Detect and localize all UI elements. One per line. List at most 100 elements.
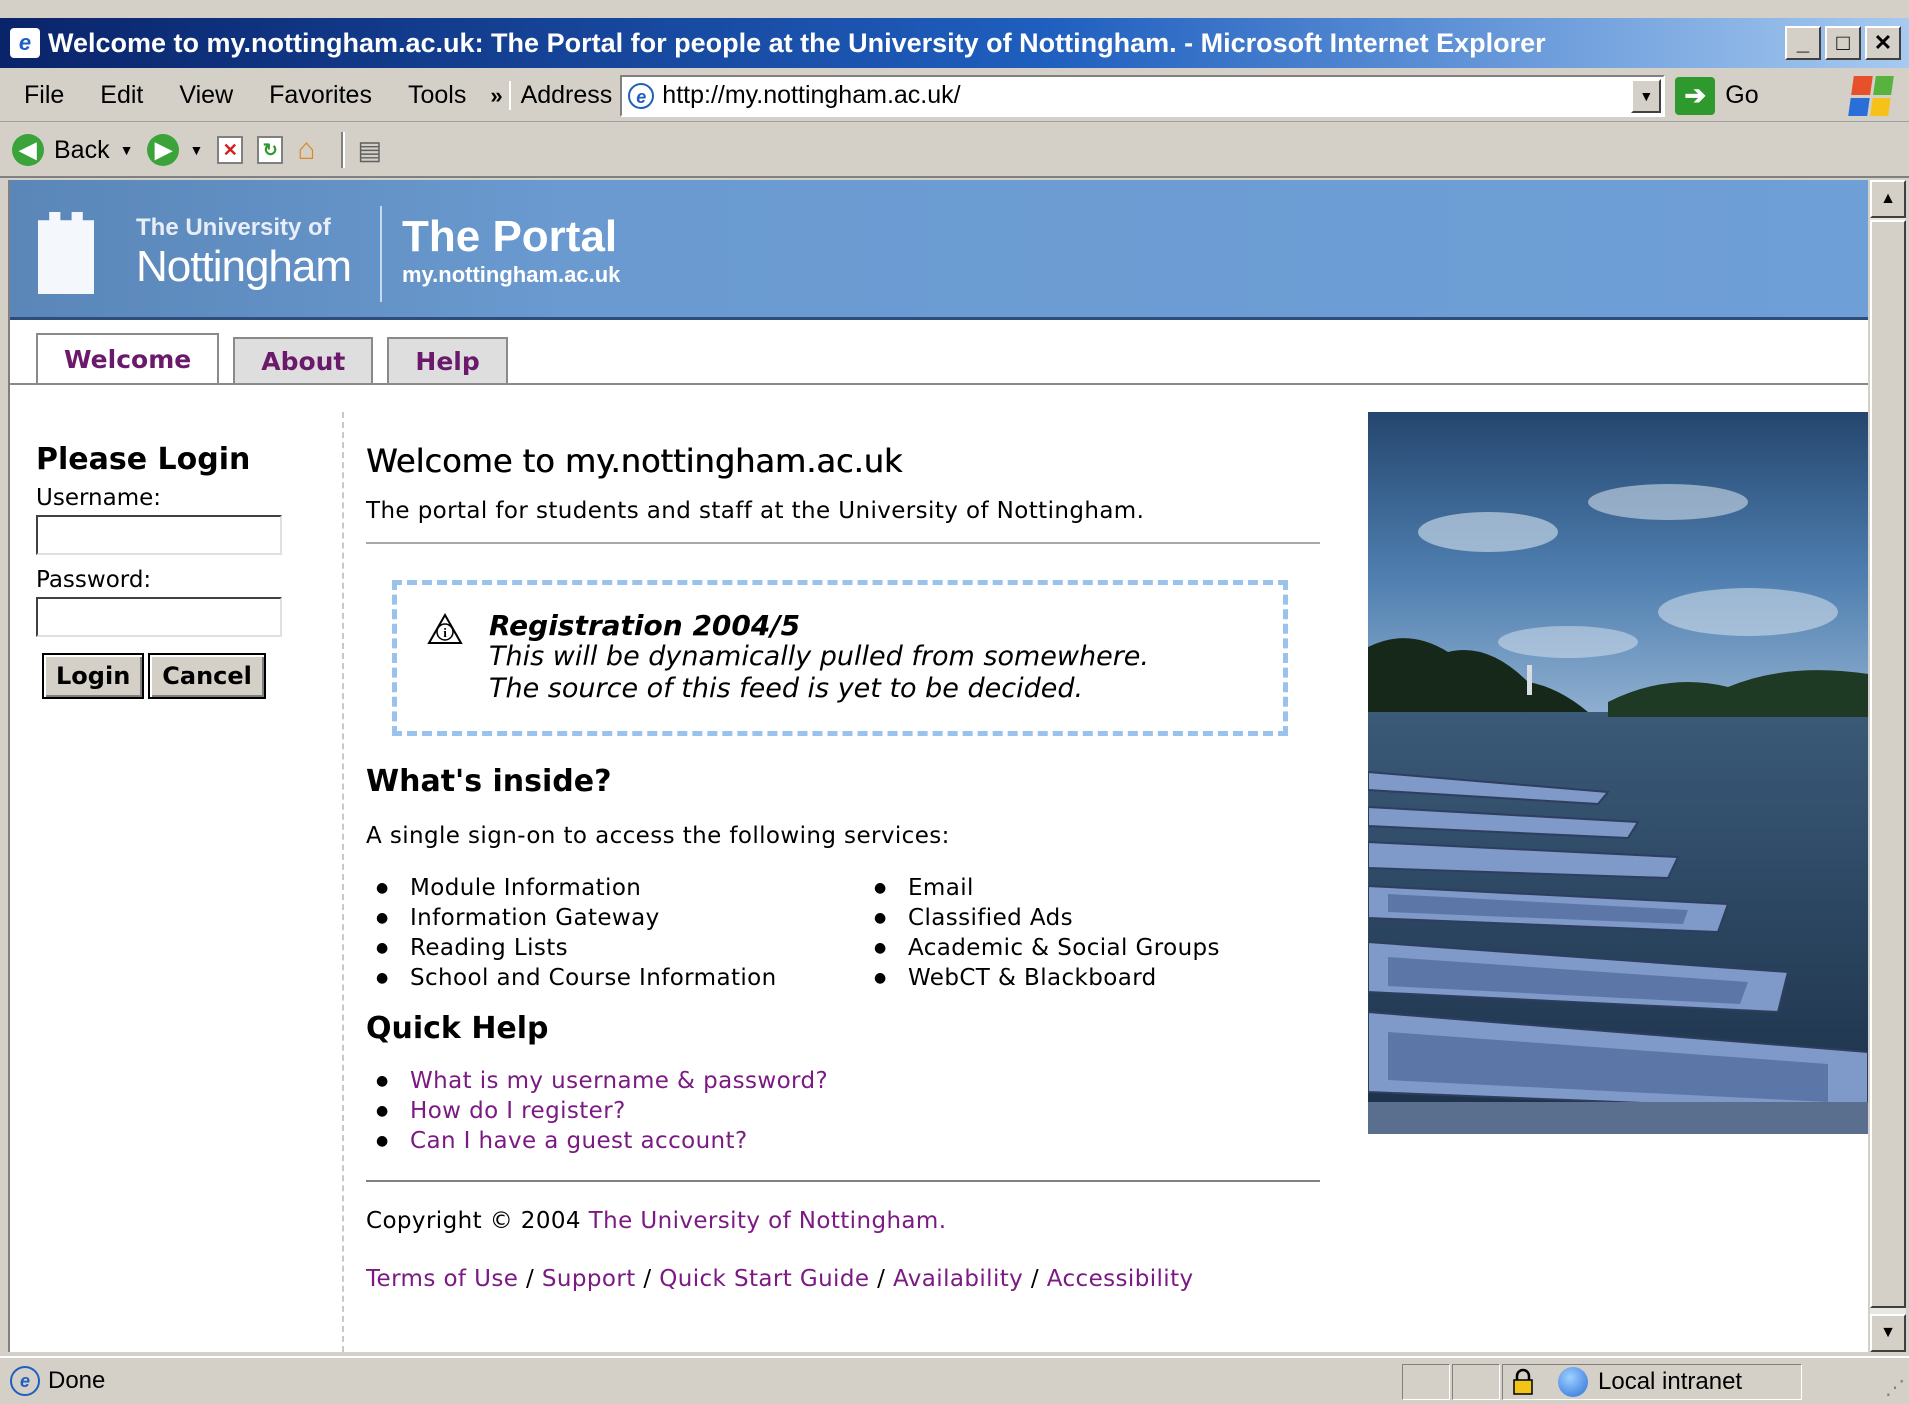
close-icon[interactable]: ✕: [1865, 26, 1901, 60]
minimize-icon[interactable]: _: [1785, 26, 1821, 60]
copyright-text: Copyright © 2004: [366, 1208, 581, 1234]
list-item: School and Course Information: [366, 963, 864, 993]
menu-overflow-chevron-icon[interactable]: »: [484, 83, 508, 109]
window-titlebar[interactable]: e Welcome to my.nottingham.ac.uk: The Po…: [0, 18, 1909, 68]
cancel-button[interactable]: Cancel: [148, 653, 266, 699]
registration-notice: i Registration 2004/5 This will be dynam…: [392, 580, 1288, 736]
list-item: Reading Lists: [366, 933, 864, 963]
availability-link[interactable]: Availability: [893, 1266, 1023, 1292]
footer-links: Terms of Use / Support / Quick Start Gui…: [366, 1266, 1320, 1292]
banner-portal-title: The Portal: [402, 212, 618, 261]
ie-logo-icon: e: [10, 28, 40, 58]
help-link-register[interactable]: How do I register?: [410, 1098, 626, 1124]
footer-divider: [366, 1180, 1320, 1182]
resize-grip-icon[interactable]: ⋰: [1885, 1375, 1905, 1400]
tab-help[interactable]: Help: [387, 337, 508, 383]
list-item: WebCT & Blackboard: [864, 963, 1220, 993]
notice-line-1: This will be dynamically pulled from som…: [489, 641, 1149, 672]
accessibility-link[interactable]: Accessibility: [1047, 1266, 1194, 1292]
password-input[interactable]: [36, 597, 282, 637]
scroll-thumb[interactable]: [1870, 220, 1906, 1308]
home-icon: ⌂: [297, 133, 316, 166]
forward-button[interactable]: ▶ ▼: [147, 134, 203, 166]
go-label: Go: [1725, 81, 1759, 109]
footer-separator: /: [643, 1266, 652, 1292]
address-url[interactable]: http://my.nottingham.ac.uk/: [662, 81, 960, 110]
footer-separator: /: [1030, 1266, 1040, 1292]
list-item: How do I register?: [366, 1096, 1320, 1126]
banner-divider: [380, 206, 382, 302]
banner-portal-url: my.nottingham.ac.uk: [402, 262, 621, 287]
menu-edit[interactable]: Edit: [82, 81, 161, 110]
status-panel: [1452, 1364, 1500, 1400]
refresh-button[interactable]: ↻: [257, 136, 284, 164]
help-link-guest[interactable]: Can I have a guest account?: [410, 1128, 748, 1154]
list-item: Can I have a guest account?: [366, 1126, 1320, 1156]
scroll-up-icon[interactable]: ▲: [1870, 180, 1906, 218]
svg-text:i: i: [443, 625, 447, 640]
list-item: Academic & Social Groups: [864, 933, 1220, 963]
login-title: Please Login: [36, 442, 251, 477]
stop-icon: ✕: [217, 136, 244, 164]
password-label: Password:: [36, 567, 152, 593]
status-bar: e Done Local intranet ⋰: [0, 1356, 1909, 1404]
username-label: Username:: [36, 485, 161, 511]
university-crest-icon: [38, 212, 94, 294]
address-dropdown-icon[interactable]: ▼: [1631, 78, 1662, 113]
help-link-username[interactable]: What is my username & password?: [410, 1068, 828, 1094]
page-done-icon: e: [10, 1366, 40, 1396]
column-separator: [342, 412, 344, 1352]
intro-text: The portal for students and staff at the…: [366, 498, 1320, 544]
tab-about[interactable]: About: [233, 337, 374, 383]
university-link[interactable]: The University of Nottingham.: [589, 1208, 947, 1234]
tab-welcome[interactable]: Welcome: [36, 333, 220, 383]
menu-tools[interactable]: Tools: [390, 81, 484, 110]
scroll-down-icon[interactable]: ▼: [1870, 1314, 1906, 1352]
banner-nottingham: Nottingham: [136, 242, 352, 291]
go-button[interactable]: ➔ Go: [1675, 76, 1759, 115]
quick-start-guide-link[interactable]: Quick Start Guide: [659, 1266, 869, 1292]
stop-button[interactable]: ✕: [217, 136, 244, 164]
toolbar-divider: [341, 132, 346, 168]
back-dropdown-icon[interactable]: ▼: [120, 142, 134, 158]
windows-logo-icon: [1848, 76, 1894, 116]
refresh-icon: ↻: [257, 136, 284, 164]
menu-view[interactable]: View: [161, 81, 251, 110]
page-title: Welcome to my.nottingham.ac.uk: [366, 442, 903, 480]
back-button[interactable]: ◀ Back ▼: [12, 134, 133, 166]
terms-of-use-link[interactable]: Terms of Use: [366, 1266, 518, 1292]
campus-lake-photo: [1368, 412, 1868, 1134]
address-bar[interactable]: e http://my.nottingham.ac.uk/ ▼: [620, 74, 1666, 117]
quick-help-heading: Quick Help: [366, 1011, 549, 1046]
forward-arrow-icon: ▶: [147, 134, 180, 166]
security-zone[interactable]: Local intranet: [1512, 1364, 1742, 1400]
login-panel: Please Login Username: Password: Login C…: [36, 442, 296, 699]
main-content: Welcome to my.nottingham.ac.uk The porta…: [366, 442, 1320, 1292]
forward-dropdown-icon[interactable]: ▼: [189, 142, 203, 158]
address-label: Address: [508, 81, 621, 110]
footer-separator: /: [877, 1266, 886, 1292]
quick-help-list: What is my username & password? How do I…: [366, 1066, 1320, 1156]
menu-file[interactable]: File: [0, 81, 82, 110]
list-item: What is my username & password?: [366, 1066, 1320, 1096]
maximize-icon[interactable]: □: [1825, 26, 1861, 60]
menu-favorites[interactable]: Favorites: [251, 81, 390, 110]
footer-separator: /: [526, 1266, 535, 1292]
copyright: Copyright © 2004 The University of Notti…: [366, 1208, 1320, 1234]
username-input[interactable]: [36, 515, 282, 555]
page-viewport: The University of Nottingham The Portal …: [8, 180, 1868, 1352]
login-button[interactable]: Login: [42, 653, 145, 699]
banner-university-of: The University of: [136, 214, 331, 241]
back-label: Back: [54, 135, 110, 164]
page-icon: e: [628, 82, 655, 109]
support-link[interactable]: Support: [542, 1266, 636, 1292]
list-item: Classified Ads: [864, 903, 1220, 933]
home-button[interactable]: ⌂: [297, 133, 315, 167]
vertical-scrollbar[interactable]: ▲ ▼: [1870, 180, 1906, 1352]
zone-label: Local intranet: [1598, 1368, 1743, 1395]
status-panel: [1402, 1364, 1450, 1400]
window-title: Welcome to my.nottingham.ac.uk: The Port…: [48, 27, 1546, 58]
go-arrow-icon: ➔: [1675, 76, 1716, 115]
print-button[interactable]: ▤: [357, 135, 382, 166]
list-item: Email: [864, 873, 1220, 903]
